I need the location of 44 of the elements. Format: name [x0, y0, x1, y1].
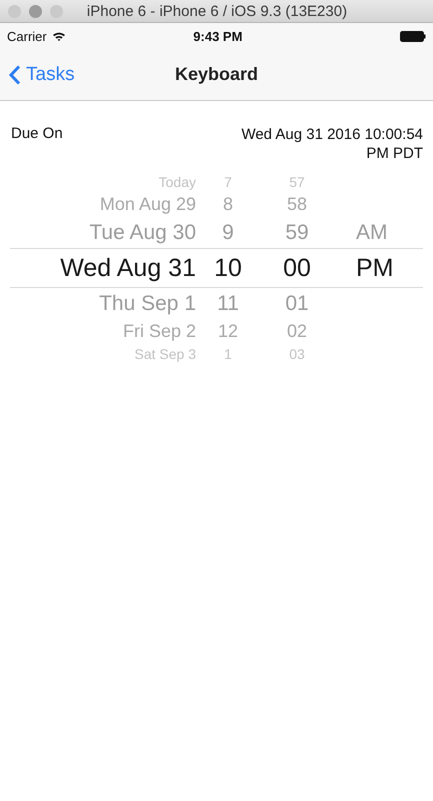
picker-hour: 10 — [213, 254, 243, 282]
picker-hour: 11 — [216, 292, 240, 316]
picker-minute: 02 — [286, 321, 308, 342]
picker-date: Today — [158, 174, 196, 190]
chevron-left-icon — [9, 64, 21, 84]
picker-row[interactable]: Today 7 57 — [10, 172, 423, 192]
picker-row[interactable]: Tue Aug 30 9 59 AM — [10, 217, 423, 248]
picker-minute: 59 — [284, 220, 310, 244]
picker-hour: 7 — [223, 174, 233, 190]
picker-date: Wed Aug 31 — [59, 254, 196, 282]
due-on-value: Wed Aug 31 2016 10:00:54 PM PDT — [240, 125, 423, 163]
picker-row[interactable]: Wed Aug 31 10 00 PM — [10, 248, 423, 288]
picker-hour: 9 — [221, 220, 235, 244]
picker-minute: 01 — [284, 292, 310, 316]
picker-row[interactable]: Sat Sep 3 1 03 — [10, 344, 423, 364]
picker-minute: 57 — [288, 174, 306, 190]
date-picker[interactable]: Today 7 57 Mon Aug 29 8 58 Tue Aug 30 9 59 AM Wed Aug 31 10 00 PM Thu Sep 1 11 01 Fri Sep 2 12 02 Sat Sep 3 1 03 — [10, 172, 423, 364]
picker-date: Sat Sep 3 — [134, 346, 196, 362]
picker-date: Thu Sep 1 — [98, 292, 196, 316]
picker-meridiem: AM — [355, 220, 388, 244]
zoom-button[interactable] — [50, 4, 63, 18]
close-button[interactable] — [8, 4, 21, 18]
carrier-label: Carrier — [7, 28, 47, 44]
picker-row[interactable]: Thu Sep 1 11 01 — [10, 288, 423, 319]
nav-title: Keyboard — [174, 64, 258, 85]
picker-date: Mon Aug 29 — [98, 194, 196, 215]
due-on-label: Due On — [11, 125, 63, 142]
minimize-button[interactable] — [29, 4, 42, 18]
picker-meridiem: PM — [355, 254, 394, 282]
picker-hour: 12 — [216, 321, 240, 342]
picker-row[interactable]: Fri Sep 2 12 02 — [10, 319, 423, 344]
status-time: 9:43 PM — [192, 28, 244, 44]
battery-icon — [400, 30, 426, 42]
picker-date: Tue Aug 30 — [88, 220, 196, 244]
picker-minute: 00 — [282, 254, 312, 282]
window-title: iPhone 6 - iPhone 6 / iOS 9.3 (13E230) — [86, 2, 348, 20]
picker-hour: 1 — [223, 346, 233, 362]
picker-hour: 8 — [222, 194, 234, 215]
picker-minute: 58 — [286, 194, 308, 215]
back-button[interactable]: Tasks — [0, 64, 75, 86]
picker-minute: 03 — [288, 346, 306, 362]
picker-date: Fri Sep 2 — [122, 321, 196, 342]
wifi-icon — [52, 30, 66, 42]
picker-row[interactable]: Mon Aug 29 8 58 — [10, 192, 423, 217]
